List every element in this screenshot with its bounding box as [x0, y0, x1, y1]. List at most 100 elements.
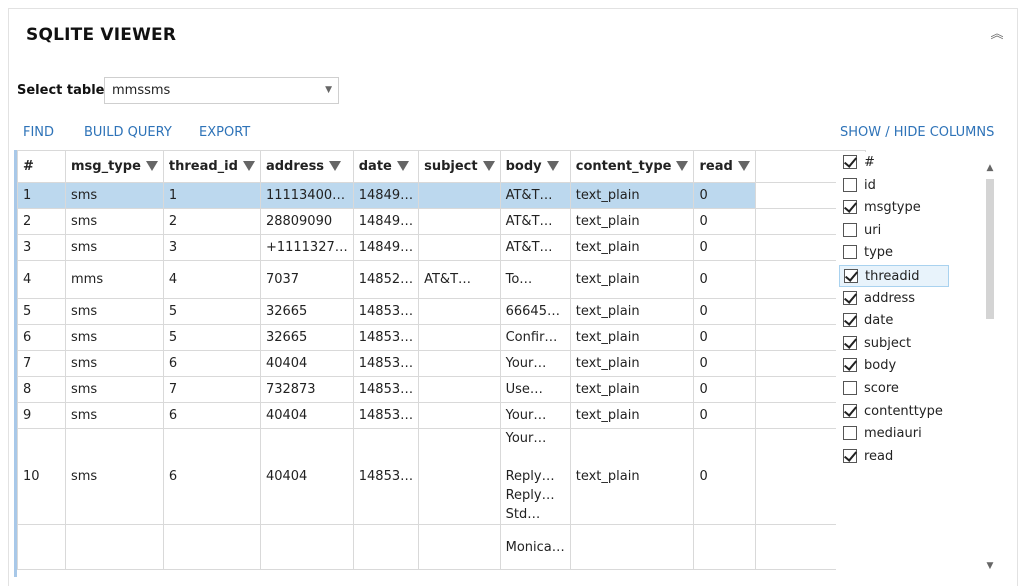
column-header-label: date [358, 159, 392, 174]
checkbox-checked-icon[interactable] [843, 335, 857, 350]
table-cell: AT&T… [499, 208, 571, 235]
column-toggle-label: msgtype [864, 200, 921, 216]
scroll-up-icon[interactable]: ▲ [984, 162, 996, 174]
column-header-label: address [265, 159, 325, 174]
filter-icon[interactable] [396, 160, 409, 171]
scroll-down-icon[interactable]: ▼ [984, 560, 996, 572]
table-cell: text_plain [569, 182, 695, 209]
checkbox-checked-icon[interactable] [843, 403, 857, 418]
column-header-thread-id[interactable]: thread_id [162, 150, 261, 183]
column-header-index[interactable]: # [17, 150, 66, 183]
scroll-thumb[interactable] [986, 179, 994, 319]
checkbox-checked-icon[interactable] [843, 358, 857, 373]
table-cell [17, 524, 66, 570]
find-button[interactable]: FIND [23, 125, 54, 140]
column-toggle-id[interactable]: id [839, 175, 949, 197]
table-cell: AT&T… [418, 260, 501, 299]
checkbox-checked-icon[interactable] [843, 313, 857, 328]
column-toggle-address[interactable]: address [839, 288, 949, 310]
table-row[interactable]: 6 sms 5 32665 14853… Confir… text_plain 0 [17, 324, 867, 351]
table-row[interactable]: 4 mms 4 7037 14852… AT&T… To… text_plain 0 [17, 260, 867, 299]
checkbox-unchecked-icon[interactable] [843, 245, 857, 260]
checkbox-checked-icon[interactable] [844, 269, 858, 283]
column-picker-scrollbar[interactable]: ▲ ▼ [984, 162, 996, 577]
filter-icon[interactable] [737, 160, 750, 171]
table-row[interactable]: 3 sms 3 +1111327… 14849… AT&T… text_plain 0 [17, 234, 867, 261]
table-cell: 2 [162, 208, 261, 235]
table-cell: 4 [17, 260, 66, 299]
table-cell: text_plain [569, 428, 695, 525]
column-toggle-threadid[interactable]: threadid [839, 265, 949, 287]
table-cell: 32665 [259, 298, 354, 325]
table-cell: 0 [693, 298, 757, 325]
column-header-address[interactable]: address [259, 150, 354, 183]
column-toggle-type[interactable]: type [839, 242, 949, 264]
column-header-label: msg_type [71, 159, 141, 174]
column-toggle-mediauri[interactable]: mediauri [839, 423, 949, 445]
table-select[interactable]: mmssms ▼ [104, 77, 339, 104]
table-row[interactable]: 1 sms 1 11113400… 14849… AT&T… text_plain 0 [17, 182, 867, 209]
filter-icon[interactable] [329, 160, 342, 171]
collapse-chevron-icon[interactable]: ︽ [989, 27, 1005, 43]
table-row[interactable]: Monica… [17, 524, 867, 570]
column-toggle-date[interactable]: date [839, 310, 949, 332]
table-row[interactable]: 5 sms 5 32665 14853… 66645… text_plain 0 [17, 298, 867, 325]
table-cell [418, 182, 501, 209]
checkbox-checked-icon[interactable] [843, 200, 857, 215]
table-row[interactable]: 9 sms 6 40404 14853… Your… text_plain 0 [17, 402, 867, 429]
column-header-read[interactable]: read [693, 150, 757, 183]
checkbox-checked-icon[interactable] [843, 290, 857, 305]
table-row[interactable]: 10 sms 6 40404 14853… Your… Reply… Reply… Std… te… [17, 428, 867, 525]
table-cell: text_plain [569, 324, 695, 351]
filter-icon[interactable] [482, 160, 495, 171]
column-header-content-type[interactable]: content_type [569, 150, 695, 183]
table-cell: 0 [693, 234, 757, 261]
filter-icon[interactable] [145, 160, 158, 171]
table-cell: 8 [17, 376, 66, 403]
table-cell: To… [499, 260, 571, 299]
filter-icon[interactable] [546, 160, 559, 171]
checkbox-unchecked-icon[interactable] [843, 381, 857, 395]
filter-icon[interactable] [676, 160, 689, 171]
column-toggle-uri[interactable]: uri [839, 220, 949, 242]
table-cell: Your… [499, 350, 571, 377]
table-cell: 40404 [259, 350, 354, 377]
table-row[interactable]: 2 sms 2 28809090 14849… AT&T… text_plain 0 [17, 208, 867, 235]
column-header-date[interactable]: date [352, 150, 420, 183]
table-cell: 0 [693, 402, 757, 429]
table-row[interactable]: 8 sms 7 732873 14853… Use… text_plain 0 [17, 376, 867, 403]
column-toggle-label: id [864, 177, 876, 193]
export-button[interactable]: EXPORT [199, 125, 250, 140]
table-cell: 5 [162, 298, 261, 325]
checkbox-checked-icon[interactable] [843, 448, 857, 463]
checkbox-unchecked-icon[interactable] [843, 177, 857, 192]
table-cell [65, 524, 164, 570]
column-toggle-contenttype[interactable]: contenttype [839, 401, 949, 423]
filter-icon[interactable] [242, 160, 255, 171]
table-cell: 1 [17, 182, 66, 209]
table-cell [418, 350, 501, 377]
column-toggle-index[interactable]: # [839, 152, 949, 174]
table-cell [693, 524, 757, 570]
table-cell: 732873 [259, 376, 354, 403]
column-header-subject[interactable]: subject [418, 150, 501, 183]
checkbox-unchecked-icon[interactable] [843, 426, 857, 441]
table-cell: 0 [693, 428, 757, 525]
column-toggle-label: body [864, 358, 897, 374]
column-toggle-score[interactable]: score [839, 378, 949, 400]
column-toggle-read[interactable]: read [839, 446, 949, 468]
table-row[interactable]: 7 sms 6 40404 14853… Your… text_plain 0 [17, 350, 867, 377]
column-toggle-body[interactable]: body [839, 355, 949, 377]
build-query-button[interactable]: BUILD QUERY [84, 125, 172, 140]
column-toggle-msgtype[interactable]: msgtype [839, 197, 949, 219]
column-header-label: # [23, 159, 34, 174]
table-cell: text_plain [569, 376, 695, 403]
checkbox-unchecked-icon[interactable] [843, 222, 857, 237]
table-cell: 6 [162, 428, 261, 525]
column-toggle-subject[interactable]: subject [839, 333, 949, 355]
column-header-body[interactable]: body [499, 150, 571, 183]
column-header-msg-type[interactable]: msg_type [65, 150, 164, 183]
table-cell: 5 [17, 298, 66, 325]
show-hide-columns-button[interactable]: SHOW / HIDE COLUMNS [840, 125, 994, 140]
checkbox-checked-icon[interactable] [843, 155, 857, 169]
